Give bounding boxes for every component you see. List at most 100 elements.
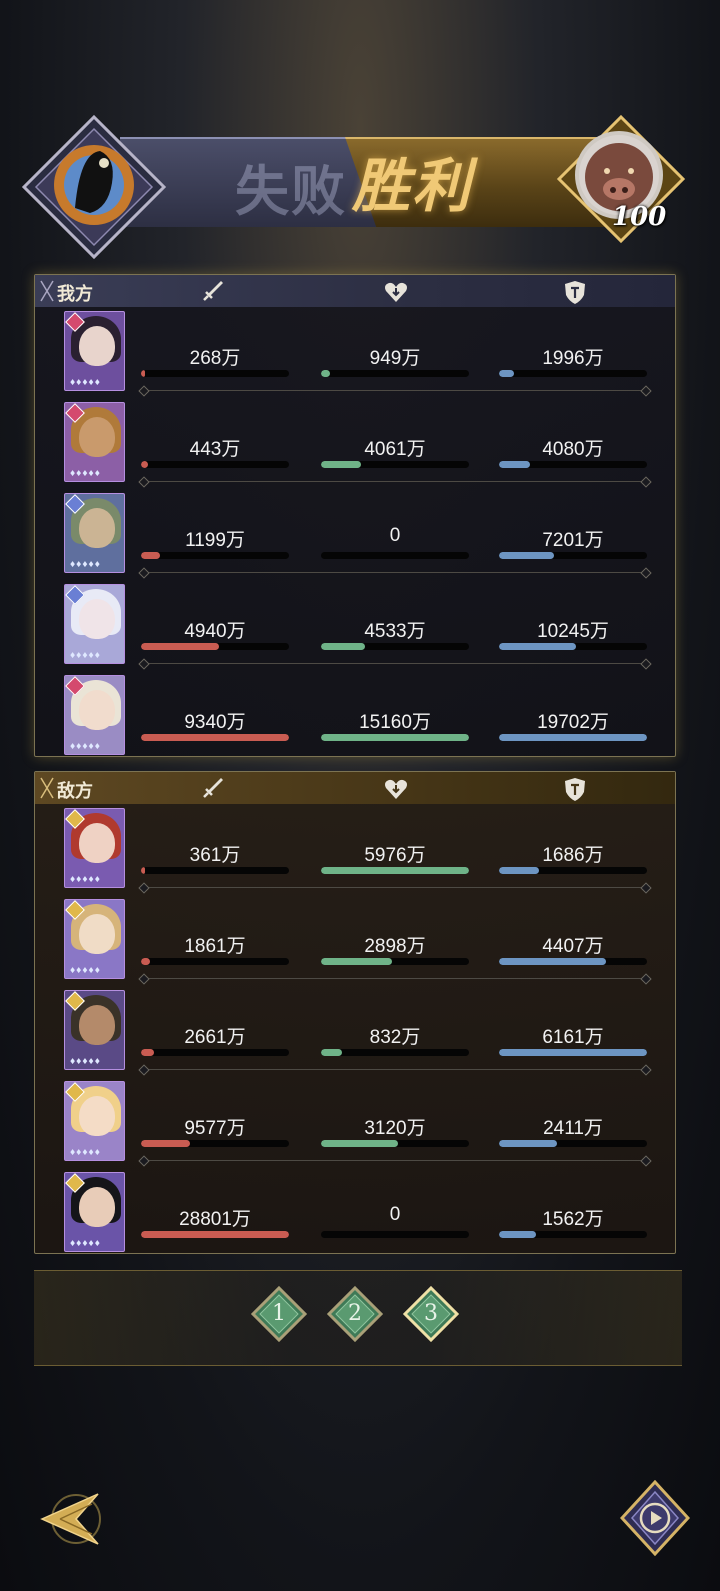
attack-bar — [141, 461, 289, 468]
row-divider — [143, 390, 647, 391]
heal-bar-fill — [321, 958, 393, 965]
tank-bar-fill — [499, 734, 647, 741]
ally-panel-header: 我方 — [35, 275, 675, 307]
round-tab-label: 3 — [424, 1301, 438, 1326]
heart-icon — [385, 779, 407, 799]
attack-bar-fill — [141, 1049, 155, 1056]
shield-icon — [565, 778, 585, 801]
heal-bar — [321, 867, 469, 874]
heal-value: 3120万 — [364, 1118, 426, 1139]
round-tab-2[interactable]: 2 — [327, 1286, 383, 1342]
enemy-panel-title: 敌方 — [57, 781, 93, 802]
attack-bar-fill — [141, 552, 161, 559]
ally-rows: ♦♦♦♦♦ 268万 949万 1996万 ♦♦♦♦♦ 443万 4061万 4080万 ♦♦♦… — [35, 309, 675, 755]
attack-bar — [141, 958, 289, 965]
tank-bar — [499, 1049, 647, 1056]
ally-panel-title: 我方 — [57, 284, 93, 305]
corner-ornament-icon — [40, 777, 54, 799]
ally-hero-row: ♦♦♦♦♦ 4940万 4533万 10245万 — [35, 582, 675, 672]
replay-icon[interactable] — [620, 1480, 690, 1556]
enemy-panel-header: 敌方 — [35, 772, 675, 804]
tank-bar — [499, 867, 647, 874]
heal-value: 0 — [389, 1204, 401, 1225]
round-tab-1[interactable]: 1 — [251, 1286, 307, 1342]
heal-bar — [321, 643, 469, 650]
heal-bar — [321, 958, 469, 965]
tank-bar-fill — [499, 643, 576, 650]
round-tab-label: 1 — [272, 1301, 286, 1326]
heal-value: 15160万 — [359, 712, 431, 733]
tank-value: 1562万 — [542, 1209, 604, 1230]
heal-value: 949万 — [369, 348, 421, 369]
heal-bar — [321, 461, 469, 468]
hero-portrait[interactable]: ♦♦♦♦♦ — [64, 311, 125, 391]
tank-bar — [499, 1231, 647, 1238]
hero-portrait[interactable]: ♦♦♦♦♦ — [64, 808, 125, 888]
tank-value: 10245万 — [537, 621, 609, 642]
attack-bar-fill — [141, 958, 150, 965]
tank-bar-fill — [499, 461, 531, 468]
heal-bar — [321, 1049, 469, 1056]
tank-value: 1686万 — [542, 845, 604, 866]
heal-bar-fill — [321, 867, 469, 874]
attack-value: 443万 — [189, 439, 241, 460]
round-tab-3[interactable]: 3 — [403, 1286, 459, 1342]
tank-value: 4407万 — [542, 936, 604, 957]
ally-team-emblem — [21, 114, 167, 260]
attack-value: 4940万 — [184, 621, 246, 642]
hero-portrait[interactable]: ♦♦♦♦♦ — [64, 899, 125, 979]
heal-value: 5976万 — [364, 845, 426, 866]
attack-bar — [141, 552, 289, 559]
enemy-hero-row: ♦♦♦♦♦ 2661万 832万 6161万 — [35, 988, 675, 1078]
row-divider — [143, 1069, 647, 1070]
row-divider — [143, 572, 647, 573]
enemy-hero-row: ♦♦♦♦♦ 28801万 0 1562万 — [35, 1170, 675, 1260]
attack-bar-fill — [141, 734, 289, 741]
victory-label: 胜利 — [352, 152, 473, 220]
row-divider — [143, 1160, 647, 1161]
row-divider — [143, 887, 647, 888]
hero-portrait[interactable]: ♦♦♦♦♦ — [64, 675, 125, 755]
attack-value: 268万 — [189, 348, 241, 369]
hero-portrait[interactable]: ♦♦♦♦♦ — [64, 990, 125, 1070]
enemy-hero-row: ♦♦♦♦♦ 1861万 2898万 4407万 — [35, 897, 675, 987]
tank-bar-fill — [499, 958, 606, 965]
hero-portrait[interactable]: ♦♦♦♦♦ — [64, 1172, 125, 1252]
battle-result-header: 失败 胜利 100 — [0, 105, 720, 260]
tank-value: 1996万 — [542, 348, 604, 369]
heal-bar — [321, 1140, 469, 1147]
enemy-rows: ♦♦♦♦♦ 361万 5976万 1686万 ♦♦♦♦♦ 1861万 2898万 4407万 ♦… — [35, 806, 675, 1252]
heal-bar — [321, 1231, 469, 1238]
enemy-hero-row: ♦♦♦♦♦ 9577万 3120万 2411万 — [35, 1079, 675, 1169]
tank-bar — [499, 552, 647, 559]
hero-portrait[interactable]: ♦♦♦♦♦ — [64, 584, 125, 664]
back-arrow-icon[interactable] — [36, 1488, 106, 1550]
heal-value: 2898万 — [364, 936, 426, 957]
sword-icon — [203, 281, 223, 301]
tank-bar-fill — [499, 1140, 557, 1147]
shield-icon — [565, 281, 585, 304]
ally-hero-row: ♦♦♦♦♦ 443万 4061万 4080万 — [35, 400, 675, 490]
enemy-hero-row: ♦♦♦♦♦ 361万 5976万 1686万 — [35, 806, 675, 896]
tank-bar-fill — [499, 552, 554, 559]
attack-value: 361万 — [189, 845, 241, 866]
heart-icon — [385, 282, 407, 302]
attack-bar-fill — [141, 1231, 289, 1238]
attack-value: 9340万 — [184, 712, 246, 733]
attack-bar — [141, 867, 289, 874]
tank-bar — [499, 643, 647, 650]
hero-portrait[interactable]: ♦♦♦♦♦ — [64, 1081, 125, 1161]
tank-bar-fill — [499, 1231, 536, 1238]
attack-bar — [141, 370, 289, 377]
row-divider — [143, 663, 647, 664]
tank-bar — [499, 734, 647, 741]
tank-bar-fill — [499, 1049, 647, 1056]
hero-portrait[interactable]: ♦♦♦♦♦ — [64, 493, 125, 573]
enemy-level-badge: 100 — [612, 202, 667, 232]
heal-value: 0 — [389, 525, 401, 546]
attack-bar-fill — [141, 643, 220, 650]
heal-bar-fill — [321, 1049, 342, 1056]
tank-value: 19702万 — [537, 712, 609, 733]
hero-portrait[interactable]: ♦♦♦♦♦ — [64, 402, 125, 482]
heal-bar — [321, 370, 469, 377]
